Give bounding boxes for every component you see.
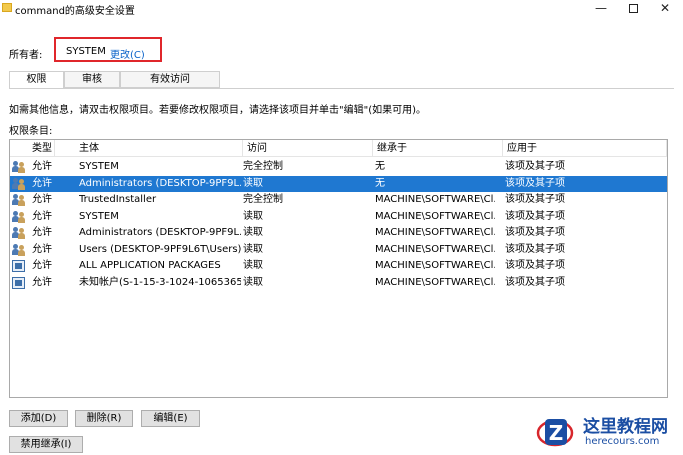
tab-permissions[interactable]: 权限 — [9, 71, 64, 89]
entry-applies-to: 该项及其子项 — [505, 194, 565, 205]
entry-type: 允许 — [32, 276, 52, 288]
entry-applies-to: 该项及其子项 — [505, 227, 565, 238]
column-header-applies-to[interactable]: 应用于 — [503, 140, 667, 157]
entry-type: 允许 — [32, 210, 52, 222]
entry-inherited-from: MACHINE\SOFTWARE\Cl... — [375, 227, 495, 238]
maximize-icon — [628, 4, 638, 13]
permission-entries-label: 权限条目: — [9, 126, 53, 137]
permission-entry-row[interactable]: 允许 Administrators (DESKTOP-9PF9L... 读取 无 该项及… — [10, 175, 667, 192]
entry-access: 读取 — [243, 210, 263, 222]
tab-effective-access[interactable]: 有效访问 — [120, 71, 220, 88]
watermark-url: herecours.com — [585, 436, 660, 447]
remove-button[interactable]: 删除(R) — [75, 410, 133, 427]
users-icon — [12, 210, 26, 223]
column-header-access[interactable]: 访问 — [243, 140, 373, 157]
column-header-principal[interactable]: 主体 — [55, 140, 243, 157]
maximize-button[interactable] — [618, 0, 648, 18]
owner-label: 所有者: — [9, 50, 43, 61]
entry-inherited-from: MACHINE\SOFTWARE\Cl... — [375, 194, 495, 205]
entry-type: 允许 — [32, 161, 52, 172]
users-icon — [12, 161, 26, 173]
watermark-logo-icon: Z — [536, 419, 574, 447]
list-header: 类型 主体 访问 继承于 应用于 — [10, 140, 667, 157]
entry-access: 读取 — [243, 177, 263, 189]
entry-applies-to: 该项及其子项 — [505, 210, 565, 222]
entry-access: 完全控制 — [243, 194, 283, 205]
users-icon — [12, 243, 26, 256]
info-text: 如需其他信息，请双击权限项目。若要修改权限项目，请选择该项目并单击"编辑"(如果… — [9, 105, 427, 116]
entry-type: 允许 — [32, 194, 52, 205]
permission-entry-row[interactable]: 允许 SYSTEM 完全控制 无 该项及其子项 — [10, 159, 667, 175]
users-icon — [12, 194, 26, 206]
tab-panel-border — [9, 88, 674, 89]
column-header-type[interactable]: 类型 — [10, 140, 55, 157]
watermark: Z 这里教程网 herecours.com — [535, 411, 680, 451]
entry-applies-to: 该项及其子项 — [505, 161, 565, 172]
users-icon — [12, 227, 26, 239]
entry-principal: ALL APPLICATION PACKAGES — [79, 260, 221, 271]
permission-entry-row[interactable]: 允许 未知帐户(S-1-15-3-1024-1065365... 读取 MACHINE… — [10, 275, 667, 291]
title-bar: command的高级安全设置 — ✕ — [0, 0, 683, 18]
entry-access: 读取 — [243, 227, 263, 238]
entry-access: 读取 — [243, 243, 263, 255]
package-icon — [12, 276, 26, 289]
watermark-logo-letter: Z — [549, 421, 564, 445]
entry-principal: Administrators (DESKTOP-9PF9L... — [79, 227, 241, 238]
entry-inherited-from: 无 — [375, 177, 385, 189]
entry-type: 允许 — [32, 177, 52, 189]
entry-principal: 未知帐户(S-1-15-3-1024-1065365... — [79, 276, 241, 288]
entry-type: 允许 — [32, 227, 52, 238]
entry-type: 允许 — [32, 243, 52, 255]
permission-entry-row[interactable]: 允许 Administrators (DESKTOP-9PF9L... 读取 MACH… — [10, 225, 667, 241]
entry-applies-to: 该项及其子项 — [505, 276, 565, 288]
owner-name: SYSTEM — [66, 46, 106, 57]
tab-audit[interactable]: 审核 — [64, 71, 120, 88]
entry-principal: SYSTEM — [79, 161, 119, 172]
permission-entry-row[interactable]: 允许 TrustedInstaller 完全控制 MACHINE\SOFTWARE\C… — [10, 192, 667, 208]
entry-applies-to: 该项及其子项 — [505, 243, 565, 255]
entry-inherited-from: MACHINE\SOFTWARE\Cl... — [375, 260, 495, 271]
edit-button[interactable]: 编辑(E) — [141, 410, 200, 427]
window-title: command的高级安全设置 — [15, 6, 135, 17]
add-button[interactable]: 添加(D) — [9, 410, 68, 427]
entry-inherited-from: MACHINE\SOFTWARE\Cl... — [375, 210, 495, 222]
entry-access: 完全控制 — [243, 161, 283, 172]
entry-applies-to: 该项及其子项 — [505, 177, 565, 189]
permission-entries-list[interactable]: 类型 主体 访问 继承于 应用于 允许 SYSTEM 完全控制无该项及其子项 允许 Ad… — [9, 139, 668, 398]
entry-principal: SYSTEM — [79, 210, 119, 222]
minimize-button[interactable]: — — [586, 0, 616, 18]
package-icon — [12, 260, 26, 272]
folder-icon — [2, 3, 12, 12]
watermark-title: 这里教程网 — [583, 417, 668, 437]
entry-principal: Administrators (DESKTOP-9PF9L... — [79, 177, 241, 189]
entry-inherited-from: MACHINE\SOFTWARE\Cl... — [375, 276, 495, 288]
entry-principal: TrustedInstaller — [79, 194, 157, 205]
entry-principal: Users (DESKTOP-9PF9L6T\Users) — [79, 243, 241, 255]
users-icon — [12, 177, 26, 190]
permission-entry-row[interactable]: 允许 SYSTEM 读取 MACHINE\SOFTWARE\Cl... 该项及其子项 — [10, 209, 667, 225]
entry-inherited-from: MACHINE\SOFTWARE\Cl... — [375, 243, 495, 255]
entry-type: 允许 — [32, 260, 52, 271]
entry-inherited-from: 无 — [375, 161, 385, 172]
disable-inheritance-button[interactable]: 禁用继承(I) — [9, 436, 83, 453]
close-button[interactable]: ✕ — [650, 0, 680, 18]
entry-access: 读取 — [243, 276, 263, 288]
column-header-inherited-from[interactable]: 继承于 — [373, 140, 503, 157]
permission-entry-row[interactable]: 允许 Users (DESKTOP-9PF9L6T\Users) 读取 MACHINE… — [10, 242, 667, 258]
entry-access: 读取 — [243, 260, 263, 271]
entry-applies-to: 该项及其子项 — [505, 260, 565, 271]
change-owner-link[interactable]: 更改(C) — [110, 46, 145, 61]
permission-entry-row[interactable]: 允许 ALL APPLICATION PACKAGES 读取 MACHINE\SOFT… — [10, 258, 667, 274]
